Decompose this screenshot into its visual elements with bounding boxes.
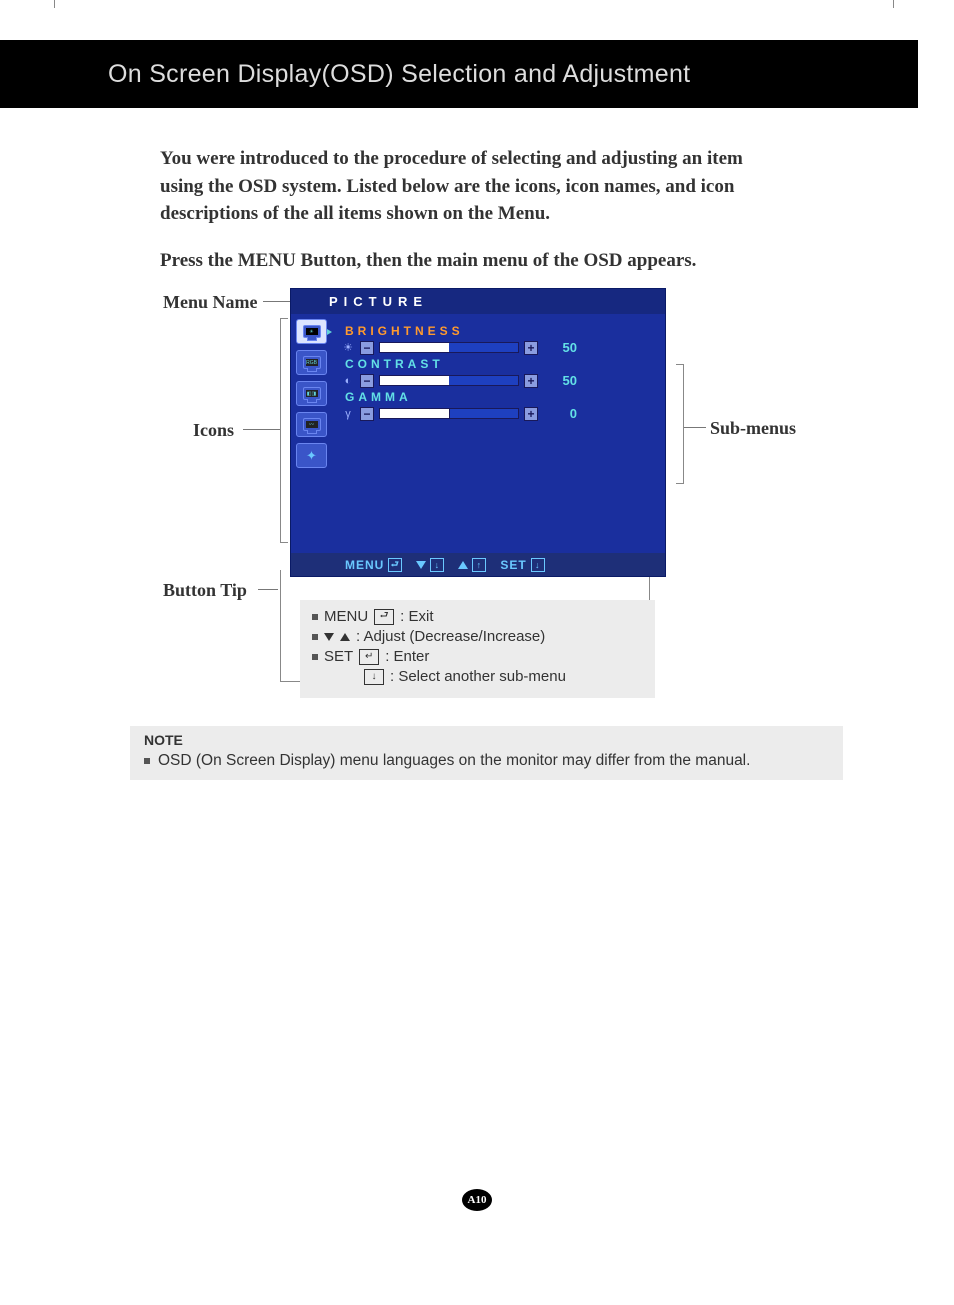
slider-value: 50 (551, 340, 577, 355)
contrast-icon: ◐ (341, 375, 355, 387)
tip-row: SET ↵ : Enter (312, 648, 643, 665)
slider-track[interactable] (379, 342, 519, 353)
bullet-icon (312, 654, 318, 660)
triangle-up-icon (340, 633, 350, 641)
osd-body: ☀ RGB ◧◨ 〰 ✦ BRIGHTNESS ☀ − + 50 CONTRAS… (291, 314, 665, 553)
osd-row-brightness: BRIGHTNESS ☀ − + 50 (341, 324, 653, 355)
osd-label: BRIGHTNESS (345, 324, 653, 338)
slider-value: 0 (551, 406, 577, 421)
plus-button[interactable]: + (524, 341, 538, 355)
tip-menu-desc: : Exit (400, 608, 433, 625)
tip-set-desc: : Enter (385, 648, 429, 665)
footer-menu-label: MENU (345, 558, 384, 572)
osd-title-bar: PICTURE (291, 289, 665, 314)
callout-button-tip: Button Tip (163, 580, 247, 601)
leader-line (258, 589, 278, 590)
slider-track[interactable] (379, 375, 519, 386)
osd-icon-color[interactable]: RGB (296, 350, 327, 375)
down-arrow-key-icon: ↓ (364, 669, 384, 685)
osd-icon-setup[interactable]: 〰 (296, 412, 327, 437)
exit-key-icon: ⮐ (374, 609, 394, 625)
triangle-down-icon (324, 633, 334, 641)
slider-track[interactable] (379, 408, 519, 419)
note-title: NOTE (144, 732, 829, 748)
osd-label: GAMMA (345, 390, 653, 404)
callout-submenus: Sub-menus (710, 418, 796, 439)
note-box: NOTE OSD (On Screen Display) menu langua… (130, 726, 843, 780)
osd-window: PICTURE ☀ RGB ◧◨ 〰 ✦ BRIGHTNESS ☀ − + 50… (290, 288, 666, 577)
tip-menu-label: MENU (324, 608, 368, 625)
osd-row-gamma: GAMMA γ − + 0 (341, 390, 653, 421)
page-number: A10 (462, 1189, 492, 1211)
intro-paragraph: You were introduced to the procedure of … (160, 145, 780, 228)
leader-line (684, 427, 706, 428)
osd-icon-column: ☀ RGB ◧◨ 〰 ✦ (296, 319, 331, 468)
osd-row-contrast: CONTRAST ◐ − + 50 (341, 357, 653, 388)
note-text: OSD (On Screen Display) menu languages o… (158, 752, 750, 770)
footer-up-hint: ↑ (458, 558, 486, 572)
enter-key-icon: ↵ (359, 649, 379, 665)
button-tips-box: MENU ⮐ : Exit : Adjust (Decrease/Increas… (300, 600, 655, 698)
brightness-icon: ☀ (341, 341, 355, 354)
triangle-up-icon (458, 561, 468, 569)
osd-icon-tracking[interactable]: ◧◨ (296, 381, 327, 406)
exit-key-icon: ⮐ (388, 558, 402, 572)
gamma-icon: γ (341, 408, 355, 420)
plus-button[interactable]: + (524, 407, 538, 421)
instruction-line: Press the MENU Button, then the main men… (160, 250, 780, 272)
osd-content: BRIGHTNESS ☀ − + 50 CONTRAST ◐ − + 50 (341, 324, 653, 423)
enter-key-icon: ↓ (531, 558, 545, 572)
leader-line (243, 429, 281, 430)
section-title: On Screen Display(OSD) Selection and Adj… (108, 60, 690, 89)
tip-adjust-desc: : Adjust (Decrease/Increase) (356, 628, 545, 645)
minus-button[interactable]: − (360, 341, 374, 355)
tip-select-desc: : Select another sub-menu (390, 668, 566, 685)
note-body: OSD (On Screen Display) menu languages o… (144, 752, 829, 770)
osd-footer: MENU ⮐ ↓ ↑ SET ↓ (291, 553, 665, 576)
osd-title-text: PICTURE (329, 294, 428, 309)
footer-set-label: SET (500, 558, 526, 572)
footer-down-hint: ↓ (416, 558, 444, 572)
triangle-down-icon (416, 561, 426, 569)
footer-set-hint: SET ↓ (500, 558, 544, 572)
tip-row: MENU ⮐ : Exit (312, 608, 643, 625)
slider-value: 50 (551, 373, 577, 388)
footer-menu-hint: MENU ⮐ (345, 558, 402, 572)
plus-button[interactable]: + (524, 374, 538, 388)
minus-button[interactable]: − (360, 374, 374, 388)
osd-icon-other[interactable]: ✦ (296, 443, 327, 468)
tip-row: ↓ : Select another sub-menu (364, 668, 643, 685)
callout-menu-name: Menu Name (163, 292, 257, 313)
up-key-icon: ↑ (472, 558, 486, 572)
tip-set-label: SET (324, 648, 353, 665)
minus-button[interactable]: − (360, 407, 374, 421)
bracket (280, 318, 288, 543)
bullet-icon (144, 758, 150, 764)
bracket (676, 364, 684, 484)
section-header: On Screen Display(OSD) Selection and Adj… (0, 40, 918, 108)
bullet-icon (312, 614, 318, 620)
bullet-icon (312, 634, 318, 640)
osd-icon-picture[interactable]: ☀ (296, 319, 327, 344)
page-crop-marks (54, 0, 894, 8)
tip-row: : Adjust (Decrease/Increase) (312, 628, 643, 645)
osd-label: CONTRAST (345, 357, 653, 371)
down-key-icon: ↓ (430, 558, 444, 572)
callout-icons: Icons (193, 420, 234, 441)
